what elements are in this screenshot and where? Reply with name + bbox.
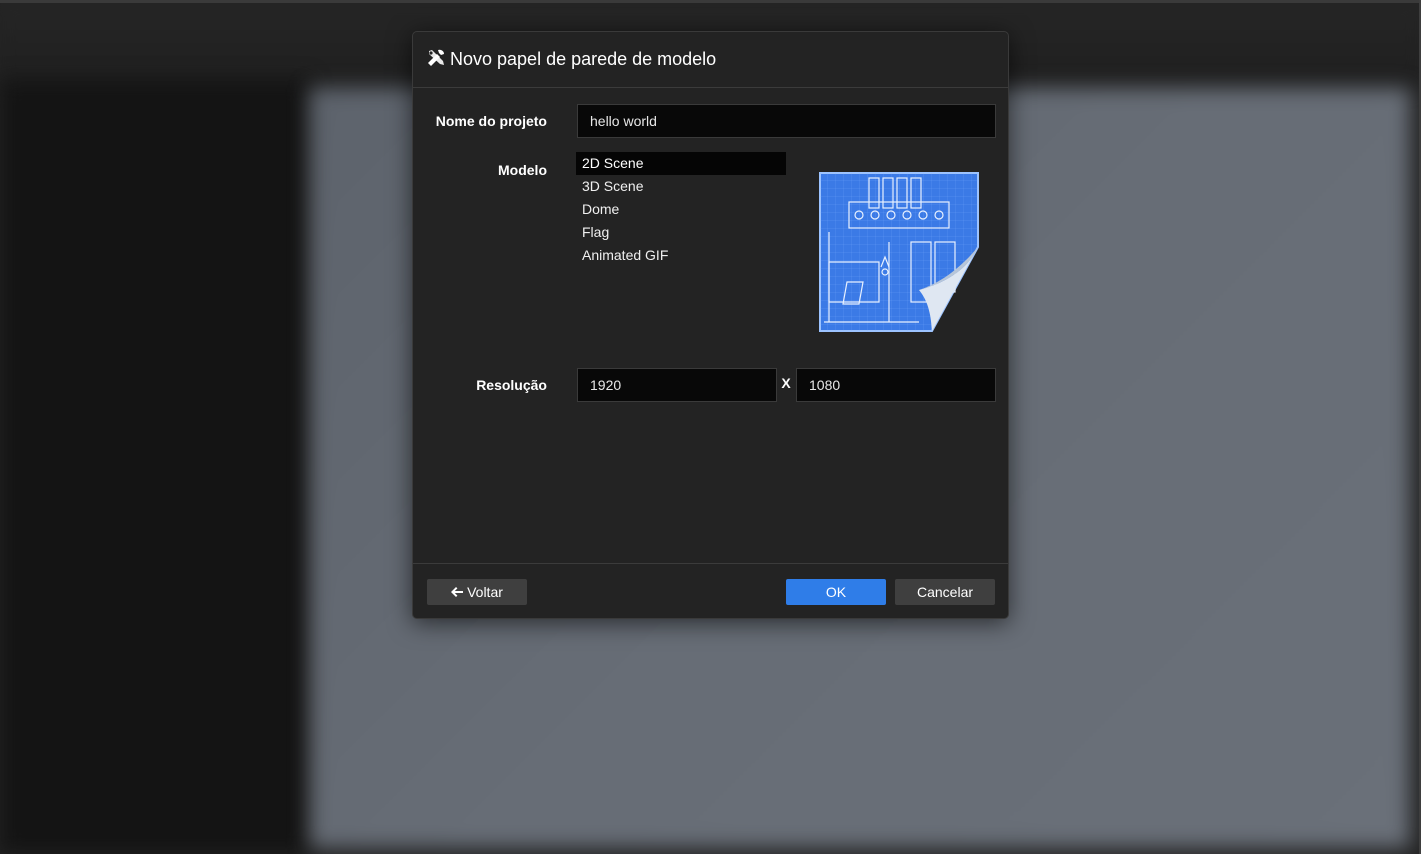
arrow-left-icon	[451, 579, 464, 605]
resolution-label: Resolução	[476, 377, 547, 393]
model-item-2d-scene[interactable]: 2D Scene	[576, 152, 786, 175]
blueprint-preview-icon	[819, 172, 979, 332]
background-sidebar	[0, 80, 310, 854]
model-item-dome[interactable]: Dome	[576, 198, 786, 221]
back-button[interactable]: Voltar	[427, 579, 527, 605]
new-template-wallpaper-dialog: Novo papel de parede de modelo Nome do p…	[412, 31, 1009, 619]
model-label: Modelo	[498, 162, 547, 178]
back-button-label: Voltar	[467, 584, 503, 600]
ok-button[interactable]: OK	[786, 579, 886, 605]
model-item-animated-gif[interactable]: Animated GIF	[576, 244, 786, 267]
tools-icon	[426, 48, 446, 68]
dialog-header: Novo papel de parede de modelo	[413, 32, 1008, 88]
model-list: 2D Scene 3D Scene Dome Flag Animated GIF	[576, 152, 786, 272]
project-name-label: Nome do projeto	[435, 113, 547, 129]
dialog-title: Novo papel de parede de modelo	[450, 49, 717, 69]
model-item-flag[interactable]: Flag	[576, 221, 786, 244]
resolution-height-input[interactable]	[796, 368, 996, 402]
project-name-input[interactable]	[577, 104, 996, 138]
background-top-strip	[0, 0, 1421, 3]
footer-divider	[413, 563, 1008, 564]
resolution-separator: X	[781, 375, 791, 391]
cancel-button[interactable]: Cancelar	[895, 579, 995, 605]
model-item-3d-scene[interactable]: 3D Scene	[576, 175, 786, 198]
resolution-width-input[interactable]	[577, 368, 777, 402]
